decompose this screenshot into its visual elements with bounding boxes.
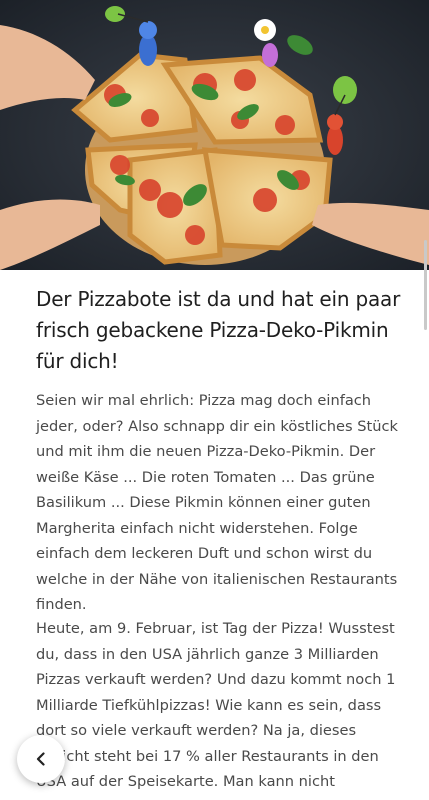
scrollbar[interactable]: [424, 240, 427, 330]
chevron-left-icon: [36, 752, 45, 766]
hero-image: [0, 0, 429, 270]
article-paragraph: Heute, am 9. Februar, ist Tag der Pizza!…: [36, 620, 396, 800]
article-headline: Der Pizzabote ist da und hat ein paar fr…: [36, 287, 401, 373]
back-button[interactable]: [17, 735, 65, 783]
pizza-illustration: [0, 0, 429, 270]
article-body: Der Pizzabote ist da und hat ein paar fr…: [0, 270, 429, 800]
article-paragraph: Seien wir mal ehrlich: Pizza mag doch ei…: [36, 392, 398, 613]
